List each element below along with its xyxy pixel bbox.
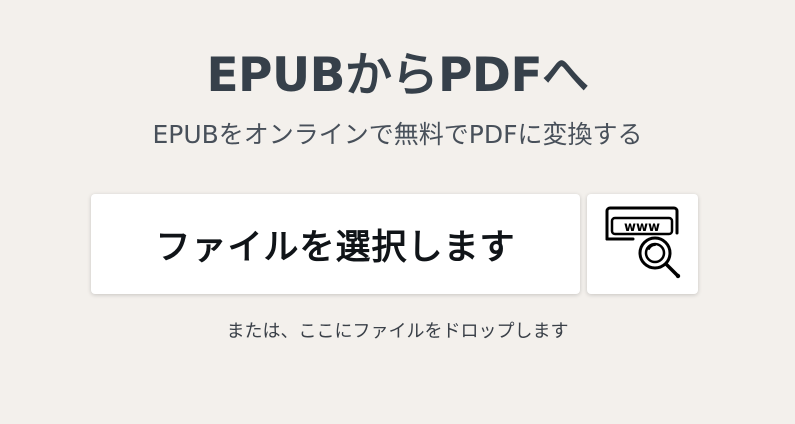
www-icon-text: www bbox=[623, 220, 659, 235]
choose-file-button[interactable]: ファイルを選択します bbox=[91, 194, 580, 294]
choose-file-label: ファイルを選択します bbox=[155, 227, 516, 268]
url-upload-button[interactable]: www bbox=[587, 194, 698, 294]
drop-hint: または、ここにファイルをドロップします bbox=[226, 321, 569, 342]
page-subtitle: EPUBをオンラインで無料でPDFに変換する bbox=[152, 120, 643, 149]
www-magnifier-icon: www bbox=[603, 205, 683, 283]
page-title: EPUBからPDFへ bbox=[206, 48, 589, 103]
